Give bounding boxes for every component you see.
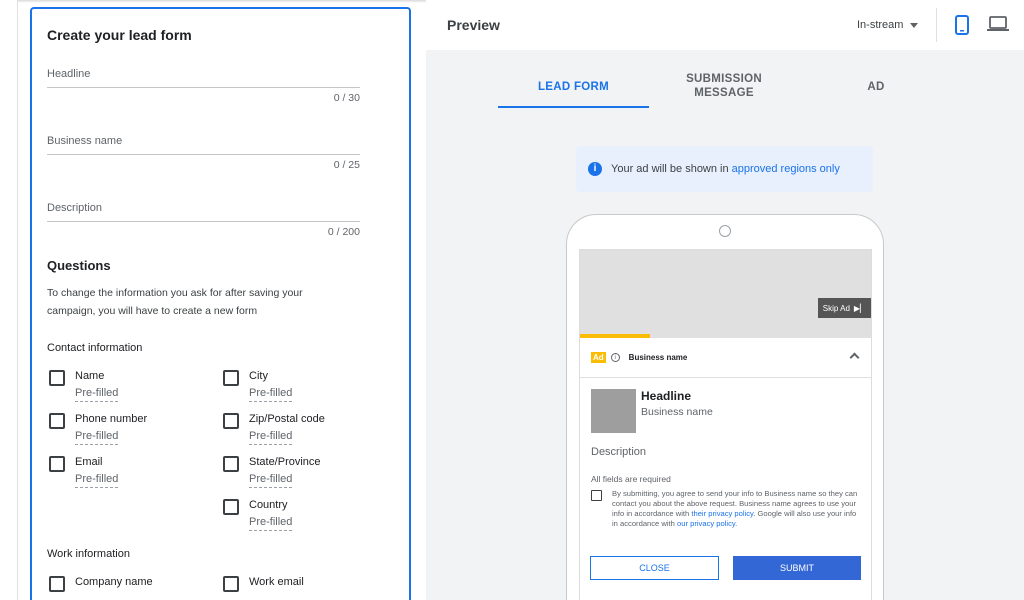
consent-text-end: . bbox=[735, 519, 738, 528]
zip-postal-code-checkbox-label: Zip/Postal code bbox=[249, 413, 325, 425]
business-name-field[interactable]: Business name 0 / 25 bbox=[47, 135, 360, 171]
company-name-checkbox-label: Company name bbox=[75, 576, 153, 588]
business-logo-placeholder bbox=[591, 389, 636, 433]
required-fields-note: All fields are required bbox=[591, 474, 671, 484]
question-email[interactable]: Email Pre-filled bbox=[49, 455, 119, 488]
tab-lead-form[interactable]: LEAD FORM bbox=[498, 80, 649, 94]
skip-next-icon: ▶▏ bbox=[853, 303, 867, 313]
name-checkbox[interactable] bbox=[49, 370, 65, 386]
country-prefilled-tag: Pre-filled bbox=[249, 515, 293, 531]
skip-ad-button[interactable]: Skip Ad ▶▏ bbox=[818, 298, 871, 318]
skip-ad-label: Skip Ad bbox=[822, 303, 850, 313]
question-phone-number[interactable]: Phone number Pre-filled bbox=[49, 412, 147, 445]
lead-form-description: Description bbox=[591, 446, 647, 458]
work-email-checkbox[interactable] bbox=[223, 576, 239, 592]
preview-area: LEAD FORM SUBMISSION MESSAGE AD i Your a… bbox=[426, 50, 1024, 600]
city-checkbox[interactable] bbox=[223, 370, 239, 386]
headline-char-counter: 0 / 30 bbox=[333, 92, 360, 104]
phone-mockup: Skip Ad ▶▏ Ad i Business name Headline B… bbox=[566, 214, 884, 600]
work-email-checkbox-label: Work email bbox=[249, 576, 304, 588]
city-prefilled-tag: Pre-filled bbox=[249, 386, 293, 402]
format-dropdown-value: In-stream bbox=[857, 19, 904, 31]
question-city[interactable]: City Pre-filled bbox=[223, 369, 293, 402]
email-prefilled-tag: Pre-filled bbox=[75, 472, 119, 488]
lead-form-headline: Headline bbox=[641, 389, 692, 403]
phone-camera bbox=[719, 225, 731, 237]
question-zip-postal-code[interactable]: Zip/Postal code Pre-filled bbox=[223, 412, 325, 445]
video-placeholder: Skip Ad ▶▏ bbox=[580, 250, 871, 338]
business-name-field-label: Business name bbox=[47, 135, 123, 147]
headline-field[interactable]: Headline 0 / 30 bbox=[47, 68, 360, 104]
email-checkbox-label: Email bbox=[75, 456, 103, 468]
their-privacy-policy-link[interactable]: their privacy policy bbox=[691, 509, 753, 518]
preview-title: Preview bbox=[447, 17, 500, 33]
consent-row: By submitting, you agree to send your in… bbox=[591, 489, 863, 529]
region-notice-text: Your ad will be shown in bbox=[611, 163, 729, 175]
name-prefilled-tag: Pre-filled bbox=[75, 386, 119, 402]
email-checkbox[interactable] bbox=[49, 456, 65, 472]
consent-text: By submitting, you agree to send your in… bbox=[612, 489, 863, 529]
info-icon: i bbox=[588, 162, 602, 176]
work-info-heading: Work information bbox=[47, 548, 130, 560]
description-char-counter: 0 / 200 bbox=[327, 226, 360, 238]
contact-info-heading: Contact information bbox=[47, 342, 143, 354]
lead-form-business-name: Business name bbox=[641, 406, 713, 418]
city-checkbox-label: City bbox=[249, 370, 268, 382]
question-work-email[interactable]: Work email bbox=[223, 575, 304, 592]
chevron-up-icon[interactable] bbox=[849, 352, 860, 363]
state-province-checkbox-label: State/Province bbox=[249, 456, 321, 468]
question-country[interactable]: Country Pre-filled bbox=[223, 498, 293, 531]
ad-info-icon[interactable]: i bbox=[610, 353, 620, 362]
state-province-prefilled-tag: Pre-filled bbox=[249, 472, 293, 488]
approved-regions-link[interactable]: approved regions only bbox=[732, 163, 840, 175]
ad-business-name: Business name bbox=[628, 353, 688, 362]
questions-heading: Questions bbox=[47, 258, 111, 273]
close-button[interactable]: CLOSE bbox=[590, 556, 719, 580]
region-notice: i Your ad will be shown in approved regi… bbox=[576, 146, 873, 192]
phone-screen: Skip Ad ▶▏ Ad i Business name Headline B… bbox=[579, 249, 872, 600]
consent-checkbox[interactable] bbox=[591, 490, 602, 501]
question-company-name[interactable]: Company name bbox=[49, 575, 153, 592]
question-name[interactable]: Name Pre-filled bbox=[49, 369, 119, 402]
phone-number-checkbox[interactable] bbox=[49, 413, 65, 429]
chevron-down-icon bbox=[910, 22, 919, 28]
laptop-icon[interactable] bbox=[987, 16, 1009, 37]
lead-form-panel: Create your lead form Headline 0 / 30 Bu… bbox=[30, 7, 411, 600]
phone-number-checkbox-label: Phone number bbox=[75, 413, 148, 425]
submit-button[interactable]: SUBMIT bbox=[733, 556, 861, 580]
phone-number-prefilled-tag: Pre-filled bbox=[75, 429, 119, 445]
form-title: Create your lead form bbox=[47, 27, 192, 43]
questions-helper-text: To change the information you ask for af… bbox=[47, 287, 303, 317]
business-name-field-underline bbox=[47, 154, 360, 155]
country-checkbox[interactable] bbox=[223, 499, 239, 515]
active-tab-indicator bbox=[498, 106, 649, 108]
name-checkbox-label: Name bbox=[75, 370, 105, 382]
our-privacy-policy-link[interactable]: our privacy policy bbox=[677, 519, 735, 528]
phone-icon[interactable] bbox=[955, 15, 969, 40]
ad-badge: Ad bbox=[591, 352, 606, 363]
zip-postal-code-prefilled-tag: Pre-filled bbox=[249, 429, 293, 445]
tab-submission-message[interactable]: SUBMISSION MESSAGE bbox=[664, 72, 784, 100]
state-province-checkbox[interactable] bbox=[223, 456, 239, 472]
company-name-checkbox[interactable] bbox=[49, 576, 65, 592]
country-checkbox-label: Country bbox=[249, 499, 288, 511]
description-field[interactable]: Description 0 / 200 bbox=[47, 202, 360, 238]
question-state-province[interactable]: State/Province Pre-filled bbox=[223, 455, 321, 488]
ad-business-row: Ad i Business name bbox=[580, 338, 871, 378]
headline-field-label: Headline bbox=[47, 68, 91, 80]
business-name-char-counter: 0 / 25 bbox=[333, 159, 360, 171]
left-rail bbox=[0, 0, 18, 600]
headline-field-underline bbox=[47, 87, 360, 88]
tab-ad[interactable]: AD bbox=[846, 80, 906, 94]
preview-header: Preview In-stream bbox=[426, 0, 1024, 50]
description-field-underline bbox=[47, 221, 360, 222]
description-field-label: Description bbox=[47, 202, 103, 214]
header-divider bbox=[936, 8, 937, 42]
zip-postal-code-checkbox[interactable] bbox=[223, 413, 239, 429]
format-dropdown[interactable]: In-stream bbox=[857, 19, 919, 31]
